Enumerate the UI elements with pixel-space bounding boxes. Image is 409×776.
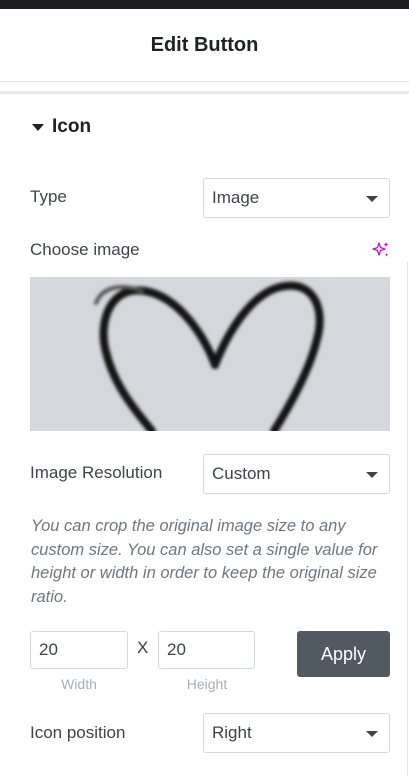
height-input[interactable]: 20 xyxy=(158,631,255,669)
type-select-value: Image xyxy=(212,188,260,207)
panel-title: Edit Button xyxy=(150,33,259,56)
chevron-down-icon xyxy=(366,196,378,202)
chevron-down-icon xyxy=(366,472,378,478)
height-label: Height xyxy=(186,676,228,692)
icon-position-value: Right xyxy=(212,723,252,742)
icon-position-label: Icon position xyxy=(30,723,126,742)
image-resolution-value: Custom xyxy=(212,464,271,483)
crop-help-text: You can crop the original image size to … xyxy=(31,517,378,606)
choose-image-label: Choose image xyxy=(30,240,140,259)
type-label: Type xyxy=(30,187,67,206)
width-label: Width xyxy=(61,676,97,692)
apply-button[interactable]: Apply xyxy=(297,631,390,677)
heart-image xyxy=(94,281,324,431)
height-value: 20 xyxy=(167,640,186,659)
chevron-down-icon xyxy=(366,731,378,737)
width-value: 20 xyxy=(39,640,58,659)
image-resolution-label: Image Resolution xyxy=(30,463,163,482)
section-title: Icon xyxy=(52,116,92,137)
icon-position-select[interactable]: Right xyxy=(203,713,390,753)
panel-scrollbar-track[interactable] xyxy=(407,262,408,776)
type-select[interactable]: Image xyxy=(203,178,390,218)
window-top-bar xyxy=(0,0,409,9)
dimension-separator: X xyxy=(137,638,149,657)
image-preview[interactable] xyxy=(30,277,390,431)
caret-down-icon xyxy=(32,123,44,131)
section-divider xyxy=(0,91,409,94)
image-resolution-select[interactable]: Custom xyxy=(203,454,390,494)
width-input[interactable]: 20 xyxy=(30,631,128,669)
icon-section-toggle[interactable]: Icon xyxy=(32,116,91,138)
panel-header: Edit Button xyxy=(0,9,409,82)
sparkle-icon[interactable] xyxy=(371,240,391,260)
